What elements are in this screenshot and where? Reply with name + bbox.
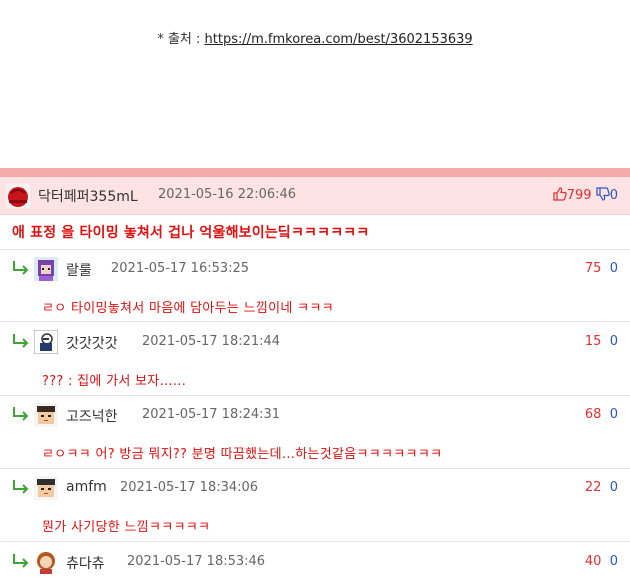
- reply-arrow-icon: [13, 407, 29, 421]
- downvote-count: 0: [609, 407, 618, 422]
- comment-author[interactable]: amfm: [66, 479, 107, 495]
- source-link[interactable]: https://m.fmkorea.com/best/3602153639: [205, 32, 473, 47]
- comment-body: ㄹㅇ 타이밍놓쳐서 마음에 담아두는 느낌이네 ㅋㅋㅋ: [42, 301, 334, 316]
- best-comment-body: 애 표정 을 타이밍 놓쳐서 겁나 억울해보이는딬ㅋㅋㅋㅋㅋㅋ: [12, 225, 370, 241]
- comment-date: 2021-05-17 18:34:06: [120, 480, 259, 495]
- upvote-count: 75: [584, 261, 602, 276]
- divider: [0, 249, 630, 250]
- divider: [0, 541, 630, 542]
- downvote-count: 0: [609, 334, 618, 349]
- downvote-count: 0: [609, 188, 618, 203]
- comment-author[interactable]: 닥터페퍼355mL: [38, 186, 138, 206]
- avatar[interactable]: [34, 330, 58, 354]
- source-prefix: * 출처 :: [157, 32, 205, 47]
- comment-author[interactable]: 갓갓갓갓: [66, 333, 118, 353]
- divider: [0, 395, 630, 396]
- comment-author[interactable]: 츄다츄: [66, 553, 105, 573]
- vote-counts: 68 0: [585, 407, 618, 422]
- comment-date: 2021-05-17 18:53:46: [127, 554, 266, 569]
- comment-body: ??? : 집에 가서 보자......: [42, 374, 187, 389]
- upvote-count: 40: [584, 554, 602, 569]
- divider: [0, 468, 630, 469]
- comment-author[interactable]: 고즈넉한: [66, 406, 118, 426]
- upvote-count: 22: [584, 480, 602, 495]
- vote-counts: 40 0: [585, 554, 618, 569]
- comment-date: 2021-05-16 22:06:46: [158, 187, 297, 202]
- thumbs-up-icon[interactable]: [553, 187, 567, 201]
- reply-arrow-icon: [13, 334, 29, 348]
- upvote-count: 799: [566, 188, 592, 203]
- vote-counts: 75 0: [585, 261, 618, 276]
- upvote-count: 15: [584, 334, 602, 349]
- comment-section-divider: [0, 168, 630, 177]
- divider: [0, 321, 630, 322]
- vote-counts: 15 0: [585, 334, 618, 349]
- comment-date: 2021-05-17 18:21:44: [142, 334, 281, 349]
- upvote-count: 68: [584, 407, 602, 422]
- avatar[interactable]: [34, 550, 58, 574]
- avatar[interactable]: [34, 257, 58, 281]
- comment-date: 2021-05-17 16:53:25: [111, 261, 250, 276]
- comment-body: 뭔가 사기당한 느낌ㅋㅋㅋㅋㅋ: [42, 520, 211, 535]
- comment-date: 2021-05-17 18:24:31: [142, 407, 281, 422]
- avatar[interactable]: [34, 476, 58, 500]
- comment-body: ㄹㅇㅋㅋ 어? 방금 뭐지?? 분명 따끔했는데...하는것같음ㅋㅋㅋㅋㅋㅋㅋ: [42, 447, 443, 462]
- comment-author[interactable]: 랄룰: [66, 260, 92, 280]
- vote-counts: 799 0: [553, 187, 618, 203]
- thumbs-down-icon[interactable]: [596, 187, 610, 201]
- reply-arrow-icon: [13, 261, 29, 275]
- avatar[interactable]: [6, 184, 30, 208]
- best-comment-header: 닥터페퍼355mL 2021-05-16 22:06:46 799 0: [0, 177, 630, 215]
- avatar[interactable]: [34, 403, 58, 427]
- source-line: * 출처 : https://m.fmkorea.com/best/360215…: [0, 28, 630, 47]
- downvote-count: 0: [609, 554, 618, 569]
- vote-counts: 22 0: [585, 480, 618, 495]
- downvote-count: 0: [609, 480, 618, 495]
- reply-arrow-icon: [13, 480, 29, 494]
- downvote-count: 0: [609, 261, 618, 276]
- reply-arrow-icon: [13, 554, 29, 568]
